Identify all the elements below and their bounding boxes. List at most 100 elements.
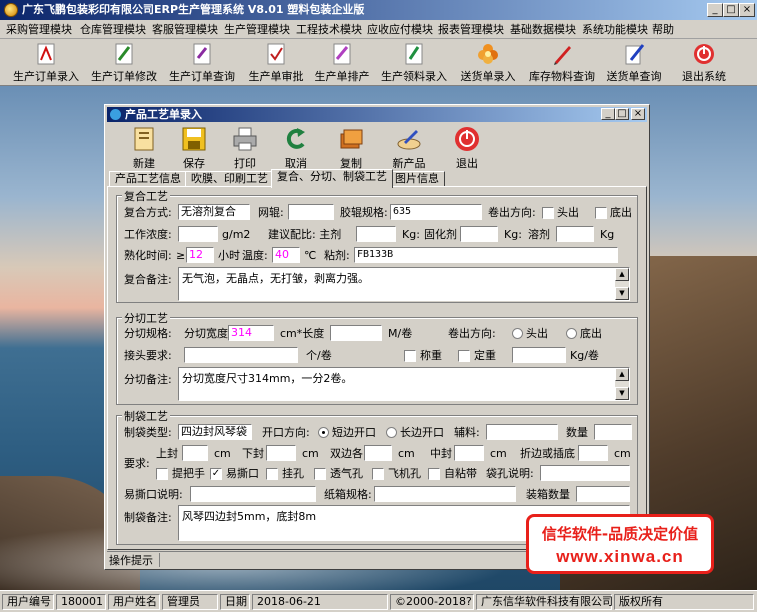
schedule-button[interactable]: 生产单排产 bbox=[304, 41, 380, 84]
top-seal-input[interactable] bbox=[182, 445, 208, 461]
cut-bottom-radio[interactable] bbox=[566, 328, 577, 339]
new-product-button[interactable]: 新产品 bbox=[384, 125, 434, 170]
stock-query-button[interactable]: 库存物料查询 bbox=[524, 41, 600, 84]
double-edge-input[interactable] bbox=[364, 445, 392, 461]
print-button[interactable]: 打印 bbox=[220, 125, 270, 170]
menu-customer[interactable]: 客服管理模块 bbox=[152, 22, 218, 37]
adhesive-input[interactable]: FB133B bbox=[354, 247, 618, 263]
long-open-radio[interactable] bbox=[386, 427, 397, 438]
delivery-query-button[interactable]: 送货单查询 bbox=[596, 41, 672, 84]
bag-type-input[interactable]: 四边封风琴袋 bbox=[178, 424, 252, 440]
aux-input[interactable] bbox=[486, 424, 558, 440]
new-button[interactable]: 新建 bbox=[119, 125, 169, 170]
handle-label: 提把手 bbox=[172, 467, 205, 480]
menu-engineering[interactable]: 工程技术模块 bbox=[296, 22, 362, 37]
copy-button[interactable]: 复制 bbox=[326, 125, 376, 170]
menu-warehouse[interactable]: 仓库管理模块 bbox=[80, 22, 146, 37]
cutting-remark-textarea[interactable]: 分切宽度尺寸314mm，一分2卷。 ▲ ▼ bbox=[178, 367, 630, 401]
roller-spec-input[interactable]: 635 bbox=[390, 204, 482, 220]
head-out-checkbox[interactable] bbox=[542, 207, 554, 219]
self-adhesive-checkbox[interactable] bbox=[428, 468, 440, 480]
scroll-up-icon[interactable]: ▲ bbox=[615, 368, 629, 381]
middle-seal-input[interactable] bbox=[454, 445, 484, 461]
tab-pictures[interactable]: 图片信息 bbox=[389, 171, 445, 187]
tear-desc-input[interactable] bbox=[190, 486, 316, 502]
user-id-value: 180001 bbox=[56, 594, 106, 610]
bottom-out-checkbox[interactable] bbox=[595, 207, 607, 219]
curing-input[interactable] bbox=[460, 226, 498, 242]
exit-system-label: 退出系统 bbox=[682, 70, 726, 83]
cm-label: cm bbox=[614, 447, 631, 460]
joint-input[interactable] bbox=[184, 347, 298, 363]
rights-reserved: 版权所有 bbox=[614, 594, 754, 610]
new-product-icon bbox=[397, 130, 421, 150]
lamination-remark-textarea[interactable]: 无气泡，无晶点，无打皱，剥离力强。 ▲ ▼ bbox=[178, 267, 630, 301]
roll-direction-label: 卷出方向: bbox=[488, 206, 536, 219]
main-agent-input[interactable] bbox=[356, 226, 396, 242]
cut-length-input[interactable] bbox=[330, 325, 382, 341]
box-qty-input[interactable] bbox=[576, 486, 630, 502]
menu-purchase[interactable]: 采购管理模块 bbox=[6, 22, 72, 37]
vent-hole-checkbox[interactable] bbox=[314, 468, 326, 480]
cut-width-input[interactable]: 314 bbox=[228, 325, 274, 341]
cm-label: cm bbox=[302, 447, 319, 460]
order-entry-button[interactable]: 生产订单录入 bbox=[8, 41, 84, 84]
scroll-down-icon[interactable]: ▼ bbox=[615, 287, 629, 300]
menu-finance[interactable]: 应收应付模块 bbox=[367, 22, 433, 37]
menu-system[interactable]: 系统功能模块 bbox=[582, 22, 648, 37]
hang-hole-label: 挂孔 bbox=[282, 467, 304, 480]
carton-spec-input[interactable] bbox=[374, 486, 516, 502]
temp-input[interactable]: 40 bbox=[272, 247, 300, 263]
tear-notch-checkbox[interactable]: ✓ bbox=[210, 468, 222, 480]
cutting-remark-label: 分切备注: bbox=[124, 373, 172, 386]
material-entry-label: 生产领料录入 bbox=[381, 70, 447, 83]
cm-label: cm bbox=[490, 447, 507, 460]
qty-input[interactable] bbox=[594, 424, 632, 440]
cancel-button[interactable]: 取消 bbox=[271, 125, 321, 170]
child-maximize-icon[interactable]: □ bbox=[615, 108, 629, 120]
menu-production[interactable]: 生产管理模块 bbox=[224, 22, 290, 37]
save-button[interactable]: 保存 bbox=[169, 125, 219, 170]
weight-input[interactable] bbox=[512, 347, 566, 363]
minimize-icon[interactable]: _ bbox=[707, 3, 723, 17]
hole-desc-input[interactable] bbox=[540, 465, 630, 481]
exit-system-button[interactable]: 退出系统 bbox=[666, 41, 742, 84]
concentration-input[interactable] bbox=[178, 226, 218, 242]
tab-lamination-cutting-bag[interactable]: 复合、分切、制袋工艺 bbox=[271, 169, 393, 188]
order-edit-button[interactable]: 生产订单修改 bbox=[86, 41, 162, 84]
double-edge-label: 双边各 bbox=[330, 447, 363, 460]
aging-input[interactable]: 12 bbox=[186, 247, 214, 263]
temp-unit: ℃ bbox=[304, 249, 317, 262]
child-close-icon[interactable]: × bbox=[631, 108, 645, 120]
maximize-icon[interactable]: □ bbox=[723, 3, 739, 17]
hang-hole-checkbox[interactable] bbox=[266, 468, 278, 480]
weigh-checkbox[interactable] bbox=[404, 350, 416, 362]
mesh-input[interactable] bbox=[288, 204, 334, 220]
delivery-entry-button[interactable]: 送货单录入 bbox=[450, 41, 526, 84]
airplane-hole-checkbox[interactable] bbox=[372, 468, 384, 480]
tab-film-printing[interactable]: 吹膜、印刷工艺 bbox=[185, 171, 274, 187]
close-icon[interactable]: × bbox=[739, 3, 755, 17]
fixed-weight-checkbox[interactable] bbox=[458, 350, 470, 362]
fold-input[interactable] bbox=[578, 445, 608, 461]
cut-head-radio[interactable] bbox=[512, 328, 523, 339]
scroll-up-icon[interactable]: ▲ bbox=[615, 268, 629, 281]
document-pen-icon bbox=[625, 44, 645, 65]
solvent-input[interactable] bbox=[556, 226, 594, 242]
menu-help[interactable]: 帮助 bbox=[652, 22, 674, 37]
short-open-radio[interactable] bbox=[318, 427, 329, 438]
menu-reports[interactable]: 报表管理模块 bbox=[438, 22, 504, 37]
scroll-down-icon[interactable]: ▼ bbox=[615, 387, 629, 400]
material-entry-button[interactable]: 生产领料录入 bbox=[376, 41, 452, 84]
menu-basedata[interactable]: 基础数据模块 bbox=[510, 22, 576, 37]
tab-product-info[interactable]: 产品工艺信息 bbox=[109, 171, 187, 187]
handle-checkbox[interactable] bbox=[156, 468, 168, 480]
child-minimize-icon[interactable]: _ bbox=[601, 108, 615, 120]
child-titlebar: 产品工艺单录入 bbox=[107, 107, 647, 122]
bottom-seal-input[interactable] bbox=[266, 445, 296, 461]
method-input[interactable]: 无溶剂复合 bbox=[178, 204, 250, 220]
approve-button[interactable]: 生产单审批 bbox=[238, 41, 314, 84]
exit-button[interactable]: 退出 bbox=[442, 125, 492, 170]
temp-label: 温度: bbox=[242, 249, 268, 262]
order-query-button[interactable]: 生产订单查询 bbox=[164, 41, 240, 84]
